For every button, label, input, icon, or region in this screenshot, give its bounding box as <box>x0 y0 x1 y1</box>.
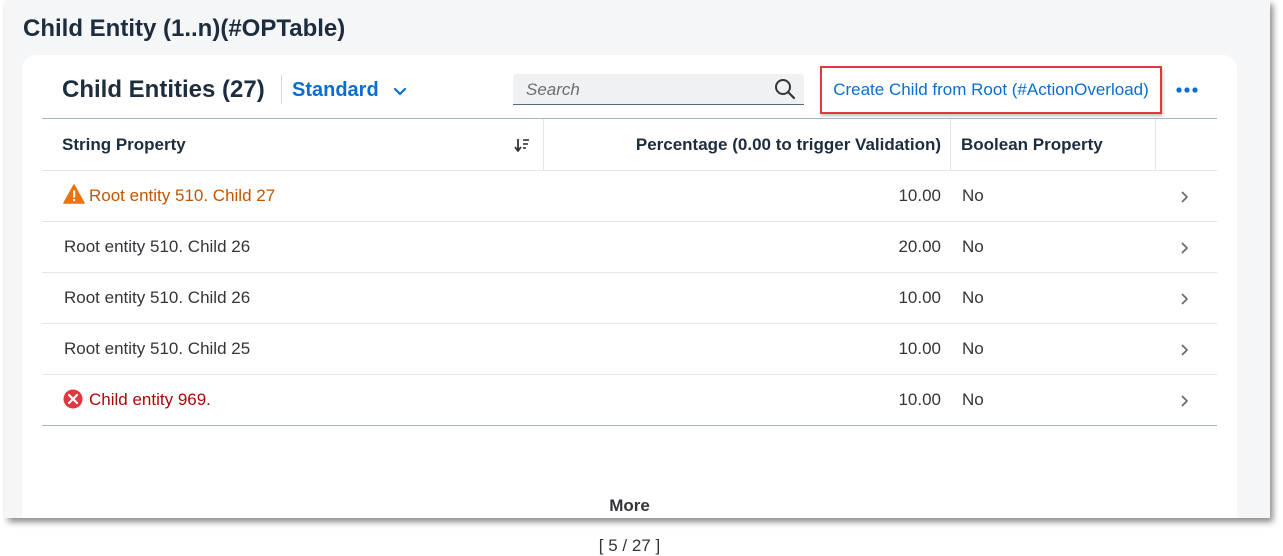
string-property-cell: Root entity 510. Child 26 <box>64 237 251 256</box>
column-header-string-property[interactable]: String Property <box>62 119 512 170</box>
boolean-property-cell: No <box>962 186 984 205</box>
row-count-label: [ 5 / 27 ] <box>598 536 661 555</box>
column-header-label: Boolean Property <box>961 134 1103 154</box>
overflow-icon[interactable] <box>1175 86 1199 94</box>
chevron-right-icon[interactable] <box>1179 292 1189 306</box>
column-header-percentage[interactable]: Percentage (0.00 to trigger Validation) <box>544 119 941 170</box>
boolean-property-cell: No <box>962 237 984 256</box>
table-row[interactable]: Root entity 510. Child 25 10.00 No <box>42 324 1217 375</box>
chevron-right-icon[interactable] <box>1179 343 1189 357</box>
search-field[interactable] <box>513 74 804 106</box>
boolean-property-cell: No <box>962 288 984 307</box>
window-frame: Child Entity (1..n)(#OPTable) Child Enti… <box>5 0 1270 555</box>
percentage-cell: 10.00 <box>898 288 941 307</box>
percentage-cell: 10.00 <box>898 186 941 205</box>
sort-icon <box>514 139 529 152</box>
chevron-right-icon[interactable] <box>1179 394 1189 408</box>
chevron-right-icon[interactable] <box>1179 241 1189 255</box>
search-icon[interactable] <box>774 78 796 100</box>
search-input[interactable] <box>513 74 778 106</box>
chevron-right-icon[interactable] <box>1179 190 1189 204</box>
child-entities-table: String Property Percentage (0.00 to trig… <box>42 118 1217 555</box>
table-header-row: String Property Percentage (0.00 to trig… <box>42 119 1217 171</box>
column-header-label: String Property <box>62 134 186 154</box>
error-icon <box>63 389 83 409</box>
boolean-property-cell: No <box>962 390 984 409</box>
table-row[interactable]: Root entity 510. Child 26 10.00 No <box>42 273 1217 324</box>
string-property-cell: Child entity 969. <box>89 390 211 409</box>
warning-icon <box>63 184 85 204</box>
boolean-property-cell: No <box>962 339 984 358</box>
table-toolbar: Child Entities (27) Standard Create Chil… <box>22 55 1237 118</box>
column-header-label: Percentage (0.00 to trigger Validation) <box>635 134 941 154</box>
column-header-boolean-property[interactable]: Boolean Property <box>961 119 1161 170</box>
percentage-cell: 10.00 <box>898 339 941 358</box>
table-card: Child Entities (27) Standard Create Chil… <box>22 55 1237 555</box>
create-child-label: Create Child from Root (#ActionOverload) <box>833 80 1149 99</box>
more-button[interactable]: More <box>42 496 1217 516</box>
percentage-cell: 10.00 <box>898 390 941 409</box>
section-title: Child Entity (1..n)(#OPTable) <box>23 15 346 42</box>
string-property-cell: Root entity 510. Child 27 <box>89 186 276 205</box>
string-property-cell: Root entity 510. Child 25 <box>64 339 251 358</box>
create-child-from-root-button[interactable]: Create Child from Root (#ActionOverload) <box>820 66 1162 114</box>
toolbar-divider <box>281 75 282 104</box>
percentage-cell: 20.00 <box>898 237 941 256</box>
table-title: Child Entities (27) <box>62 76 265 103</box>
column-separator <box>950 119 951 170</box>
variant-selector[interactable]: Standard <box>292 76 407 104</box>
variant-label: Standard <box>292 78 379 101</box>
column-separator <box>1155 119 1156 170</box>
table-row[interactable]: Root entity 510. Child 26 20.00 No <box>42 222 1217 273</box>
string-property-cell: Root entity 510. Child 26 <box>64 288 251 307</box>
chevron-down-icon <box>393 87 406 96</box>
table-row[interactable]: Child entity 969. 10.00 No <box>42 375 1217 426</box>
table-row[interactable]: Root entity 510. Child 27 10.00 No <box>42 171 1217 222</box>
